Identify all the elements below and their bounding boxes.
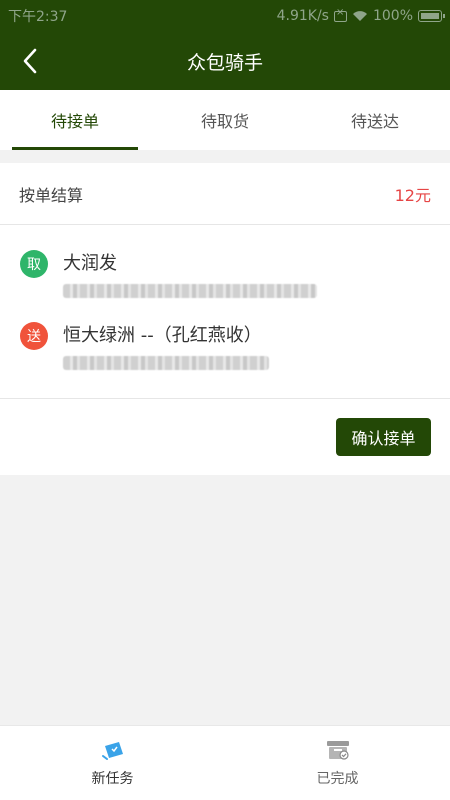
tab-pending-pickup[interactable]: 待取货 — [150, 90, 300, 150]
dropoff-stop: 送 恒大绿洲 --（孔红燕收） — [20, 322, 269, 370]
order-tabs: 待接单 待取货 待送达 — [0, 90, 450, 150]
back-button[interactable] — [14, 45, 46, 77]
battery-level: 100% — [372, 8, 413, 24]
dropoff-name: 恒大绿洲 --（孔红燕收） — [63, 325, 262, 346]
wifi-icon — [352, 11, 367, 21]
pickup-badge: 取 — [20, 250, 48, 278]
status-bar: 下午2:37 4.91K/s 100% — [0, 0, 450, 32]
new-task-icon — [101, 742, 123, 760]
bottom-nav-completed-label: 已完成 — [316, 771, 359, 787]
order-price: 12元 — [394, 185, 431, 205]
settlement-label: 按单结算 — [19, 185, 84, 205]
pickup-address-redacted — [63, 284, 317, 298]
route-section: 取 大润发 送 恒大绿洲 --（孔红燕收） — [0, 225, 450, 399]
bottom-nav-new-task-label: 新任务 — [91, 771, 134, 787]
order-actions: 确认接单 — [0, 399, 450, 475]
tab-pending-accept[interactable]: 待接单 — [0, 90, 150, 150]
dropoff-badge: 送 — [20, 322, 48, 350]
bottom-nav-new-task[interactable]: 新任务 — [0, 726, 225, 800]
pickup-stop: 取 大润发 — [20, 250, 317, 298]
network-speed: 4.91K/s — [276, 8, 329, 24]
battery-icon — [418, 10, 445, 22]
settlement-row: 按单结算 12元 — [0, 163, 450, 225]
status-indicators: 4.91K/s 100% — [276, 7, 445, 24]
page-title: 众包骑手 — [186, 51, 263, 74]
dropoff-address-redacted — [63, 356, 269, 370]
bottom-nav-completed[interactable]: 已完成 — [225, 726, 450, 800]
app-header: 众包骑手 — [0, 32, 450, 90]
completed-box-icon — [326, 741, 349, 760]
bottom-nav: 新任务 已完成 — [0, 725, 450, 800]
status-time: 下午2:37 — [8, 9, 68, 25]
chevron-left-icon — [23, 48, 37, 74]
order-card[interactable]: 按单结算 12元 取 大润发 送 恒大绿洲 --（孔红燕收） 确认接单 — [0, 163, 450, 475]
notification-icon — [333, 7, 347, 22]
pickup-name: 大润发 — [63, 253, 117, 274]
tab-pending-delivery[interactable]: 待送达 — [300, 90, 450, 150]
confirm-accept-button[interactable]: 确认接单 — [336, 418, 431, 456]
